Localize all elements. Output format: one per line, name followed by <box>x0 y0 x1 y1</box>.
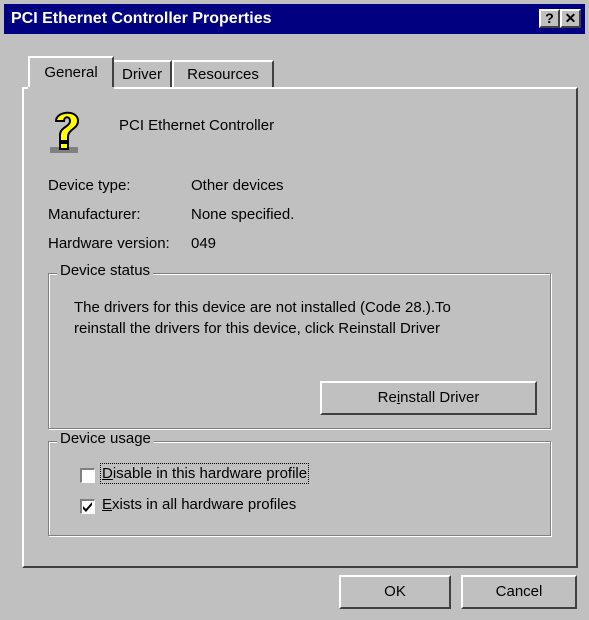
device-usage-group <box>48 441 551 536</box>
hardware-version-label: Hardware version: <box>48 235 170 252</box>
close-icon: ✕ <box>564 10 577 26</box>
disable-profile-label[interactable]: Disable in this hardware profile <box>99 463 310 484</box>
tab-joint <box>28 87 114 90</box>
window-title: PCI Ethernet Controller Properties <box>11 10 272 27</box>
tab-resources-label: Resources <box>187 66 259 83</box>
tab-general[interactable]: General <box>28 56 114 89</box>
checkmark-icon <box>83 502 92 512</box>
device-usage-legend: Device usage <box>57 430 154 447</box>
cancel-button[interactable]: Cancel <box>461 575 577 609</box>
general-tab-panel: PCI Ethernet Controller Device type: Oth… <box>22 87 578 568</box>
cancel-button-label: Cancel <box>495 583 543 600</box>
reinstall-driver-label: Reinstall Driver <box>377 389 480 406</box>
exists-all-profiles-checkbox[interactable] <box>80 499 95 514</box>
ok-button-label: OK <box>384 583 406 600</box>
device-status-legend: Device status <box>57 262 154 279</box>
tab-resources[interactable]: Resources <box>172 60 274 88</box>
question-mark-device-icon <box>48 107 88 155</box>
device-type-value: Other devices <box>191 177 284 194</box>
title-bar[interactable]: PCI Ethernet Controller Properties ? ✕ <box>4 4 585 34</box>
manufacturer-value: None specified. <box>191 206 295 223</box>
device-name: PCI Ethernet Controller <box>119 117 275 134</box>
help-icon: ? <box>545 10 554 26</box>
help-button[interactable]: ? <box>539 9 560 28</box>
exists-all-profiles-label[interactable]: Exists in all hardware profiles <box>102 496 296 513</box>
reinstall-driver-button[interactable]: Reinstall Driver <box>320 381 537 415</box>
tab-driver-label: Driver <box>122 66 162 83</box>
ok-button[interactable]: OK <box>339 575 451 609</box>
properties-dialog: PCI Ethernet Controller Properties ? ✕ G… <box>0 0 589 620</box>
tab-driver[interactable]: Driver <box>112 60 172 88</box>
disable-profile-checkbox[interactable] <box>80 468 95 483</box>
status-message-line2: reinstall the drivers for this device, c… <box>74 320 440 337</box>
manufacturer-label: Manufacturer: <box>48 206 141 223</box>
tab-general-label: General <box>44 64 98 81</box>
device-type-label: Device type: <box>48 177 131 194</box>
close-button[interactable]: ✕ <box>560 9 581 28</box>
hardware-version-value: 049 <box>191 235 217 252</box>
status-message-line1: The drivers for this device are not inst… <box>74 299 451 316</box>
